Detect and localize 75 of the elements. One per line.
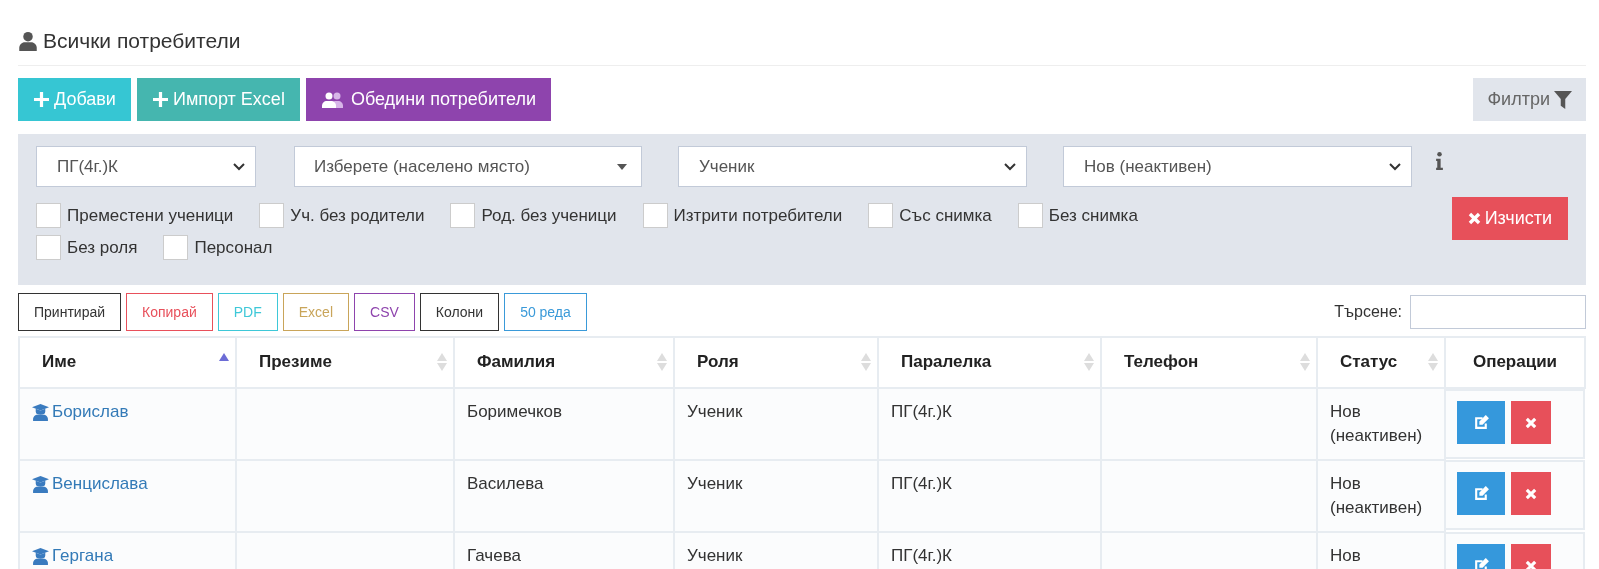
clear-button[interactable]: Изчисти (1451, 197, 1568, 240)
column-header[interactable]: Фамилия (454, 337, 674, 388)
student-icon (32, 403, 49, 421)
checkbox[interactable] (642, 203, 668, 228)
checkbox-label: Преместени ученици (67, 205, 234, 226)
table-cell: ПГ(4г.)К (891, 402, 952, 421)
filter-icon (1554, 90, 1572, 109)
table-cell: Боримечков (467, 402, 563, 421)
table-cell: ПГ(4г.)К (891, 474, 952, 493)
column-header[interactable]: Име (19, 337, 236, 388)
table-cell: Василева (467, 474, 544, 493)
page-title: Всички потребители (43, 29, 241, 53)
table-cell: ПГ(4г.)К (891, 546, 952, 565)
close-icon (1467, 212, 1481, 225)
select-field[interactable]: Нов (неактивен) (1063, 146, 1412, 187)
close-icon (1525, 416, 1537, 429)
export-button[interactable]: Колони (419, 293, 500, 331)
checkbox[interactable] (259, 203, 285, 228)
table-cell: Ученик (687, 546, 743, 565)
student-icon (32, 475, 49, 493)
table-cell-text: Нов (неактивен) (1330, 401, 1424, 447)
column-header[interactable]: Роля (674, 337, 878, 388)
checkbox-label: Със снимка (899, 205, 992, 226)
edit-icon (1472, 414, 1490, 431)
select-field[interactable]: ПГ(4г.)К (36, 146, 256, 187)
select-field[interactable]: Изберете (населено място) (294, 146, 642, 187)
user-icon (18, 31, 38, 51)
search-field[interactable] (1410, 295, 1586, 329)
checkbox[interactable] (450, 203, 476, 228)
column-header[interactable]: Телефон (1101, 337, 1317, 388)
user-link[interactable]: Борислав (52, 400, 129, 424)
checkbox-label: Изтрити потребители (673, 205, 843, 226)
action-button[interactable]: Обедини потребители (305, 78, 551, 121)
checkbox[interactable] (868, 203, 894, 228)
column-header[interactable]: Презиме (236, 337, 454, 388)
delete-button[interactable] (1511, 472, 1551, 515)
user-link[interactable]: Гергана (52, 544, 114, 568)
edit-button[interactable] (1457, 472, 1505, 515)
student-icon (32, 547, 49, 565)
user-link[interactable]: Венцислава (52, 472, 148, 496)
checkbox[interactable] (163, 235, 189, 260)
checkbox-label: Без снимка (1048, 205, 1138, 226)
checkbox[interactable] (36, 203, 61, 228)
checkbox-label: Род. без ученици (481, 205, 617, 226)
table-cell: Гачева (467, 546, 521, 565)
checkbox[interactable] (36, 235, 61, 260)
edit-icon (1472, 485, 1490, 502)
search-label: Търсене: (1334, 303, 1402, 321)
export-button[interactable]: Принтирай (18, 293, 122, 331)
filters-button[interactable]: Филтри (1473, 78, 1586, 121)
users-icon (321, 91, 346, 108)
chevron-down-icon (233, 162, 245, 171)
checkbox-label: Без роля (67, 237, 138, 258)
delete-button[interactable] (1511, 401, 1551, 444)
export-button[interactable]: CSV (354, 293, 415, 331)
checkbox-label: Персонал (194, 237, 273, 258)
select-field[interactable]: Ученик (678, 146, 1027, 187)
table-cell: Ученик (687, 402, 743, 421)
checkbox[interactable] (1017, 203, 1043, 228)
edit-icon (1472, 557, 1490, 569)
export-button[interactable]: Копирай (126, 293, 213, 331)
info-icon[interactable] (1436, 152, 1443, 170)
checkbox-label: Уч. без родители (290, 205, 425, 226)
plus-icon (34, 92, 49, 107)
chevron-down-icon (1004, 162, 1016, 171)
column-header[interactable]: Паралелка (878, 337, 1101, 388)
close-icon (1525, 559, 1537, 569)
chevron-down-icon (1389, 162, 1401, 171)
table-cell-text: Нов (1330, 545, 1362, 567)
edit-button[interactable] (1457, 401, 1505, 444)
close-icon (1525, 487, 1537, 500)
plus-icon (152, 92, 168, 107)
table-cell-text: Нов (неактивен) (1330, 473, 1424, 519)
table-cell: Ученик (687, 474, 743, 493)
caret-down-icon (617, 163, 627, 170)
